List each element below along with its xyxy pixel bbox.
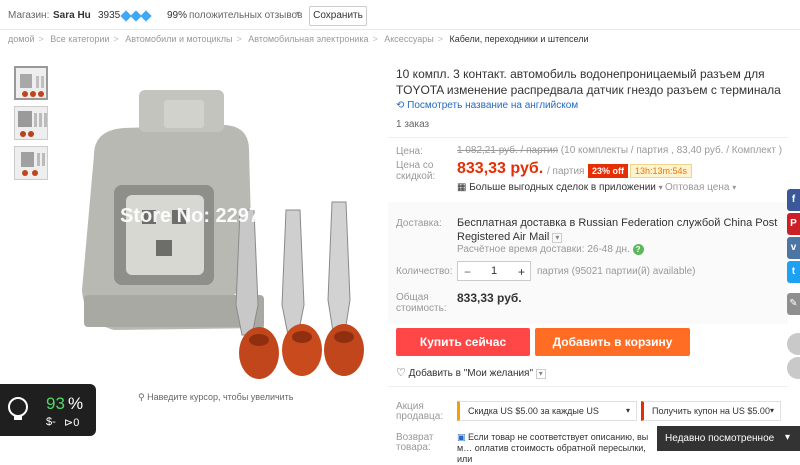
- old-price-detail: (10 комплекты / партия , 83,40 руб. / Ко…: [560, 145, 783, 156]
- discount-price-label-2: скидкой:: [396, 171, 436, 182]
- positive-text: положительных отзывов: [189, 10, 303, 21]
- returns-label-2: товара:: [396, 442, 431, 453]
- wishlist-text[interactable]: Добавить в "Мои желания": [409, 368, 533, 379]
- old-price: 1 082,21 руб. / партия (10 комплекты / п…: [457, 145, 782, 156]
- save-store-button[interactable]: Сохранить: [309, 6, 367, 26]
- chevron-down-icon: ▾: [658, 183, 663, 192]
- store-watermark: Store No: 229762: [120, 205, 282, 227]
- wholesale-text[interactable]: Оптовая цена: [665, 182, 729, 193]
- get-coupon-button[interactable]: Получить купон на US $5.00 ▾: [641, 401, 781, 421]
- discount-price-label-1: Цена со: [396, 160, 434, 171]
- thumbnail-1[interactable]: [14, 66, 48, 100]
- quantity-plus-button[interactable]: +: [518, 265, 525, 279]
- availability: партия (95021 партии(й) available): [537, 266, 696, 277]
- delivery-time: Расчётное время доставки: 26-48 дн. ?: [457, 244, 644, 255]
- facebook-share-icon[interactable]: f: [787, 189, 800, 211]
- scroll-top-icon[interactable]: [787, 357, 800, 379]
- store-score: 3935: [98, 10, 121, 21]
- store-label: Магазин:: [8, 10, 50, 21]
- diamond-icon: [120, 10, 152, 22]
- divider: [388, 386, 788, 387]
- order-count: 1 заказ: [396, 119, 430, 130]
- wishlist-button[interactable]: ♡ Добавить в "Мои желания" ▾: [396, 366, 546, 379]
- delivery-text: Бесплатная доставка в Russian Federation…: [457, 217, 778, 243]
- twitter-share-icon[interactable]: t: [787, 261, 800, 283]
- edit-icon[interactable]: ✎: [787, 293, 800, 315]
- quantity-label: Количество:: [396, 266, 453, 277]
- chevron-down-icon: ▾: [625, 406, 630, 415]
- promo-label-2: продавца:: [396, 411, 444, 422]
- get-coupon-text: Получить купон на US $5.00: [652, 406, 770, 416]
- store-name[interactable]: Sara Hu: [53, 10, 91, 21]
- help-icon[interactable]: ?: [632, 244, 644, 255]
- heart-icon: ♡: [396, 367, 406, 379]
- price-label: Цена:: [396, 146, 423, 157]
- chevron-down-icon: ▾: [732, 183, 737, 192]
- store-bar: Магазин: Sara Hu 3935 99% положительных …: [0, 0, 800, 30]
- percent-value: 93: [46, 394, 65, 413]
- money-value: $-: [46, 416, 56, 428]
- lightbulb-icon: [8, 397, 28, 420]
- shield-icon: ▣: [457, 432, 466, 442]
- total-price: 833,33 руб.: [457, 291, 522, 305]
- pinterest-share-icon[interactable]: P: [787, 213, 800, 235]
- thumbnail-3[interactable]: [14, 146, 48, 180]
- wholesale-price-link[interactable]: Оптовая цена ▾: [665, 182, 736, 193]
- discount-badge: 23% off: [588, 164, 629, 178]
- english-title-text[interactable]: Посмотреть название на английском: [407, 100, 578, 111]
- product-title: 10 компл. 3 контакт. автомобиль водонепр…: [396, 67, 781, 97]
- breadcrumb-accessories[interactable]: Аксессуары: [384, 34, 433, 44]
- chevron-down-icon[interactable]: ▾: [296, 9, 300, 18]
- chevron-down-icon: ▾: [769, 406, 774, 415]
- breadcrumb-cables: Кабели, переходники и штепсели: [449, 34, 589, 44]
- divider: [388, 137, 788, 138]
- battery-widget[interactable]: 93 % $- ⊳0: [0, 384, 96, 436]
- delivery-info[interactable]: Бесплатная доставка в Russian Federation…: [457, 216, 793, 244]
- chevron-down-icon[interactable]: ▾: [535, 369, 546, 379]
- breadcrumb-home[interactable]: домой: [8, 34, 34, 44]
- vk-share-icon[interactable]: v: [787, 237, 800, 259]
- chevron-down-icon: ▾: [785, 432, 791, 443]
- breadcrumb-electronics[interactable]: Автомобильная электроника: [248, 34, 368, 44]
- total-label-2: стоимость:: [396, 303, 447, 314]
- qr-code-icon: ▦: [457, 182, 467, 193]
- breadcrumb-all-categories[interactable]: Все категории: [50, 34, 109, 44]
- delivery-label: Доставка:: [396, 218, 442, 229]
- zoom-hint-text: Наведите курсор, чтобы увеличить: [147, 392, 294, 402]
- translate-icon: ⟲: [396, 100, 405, 111]
- returns-info: ▣ Если товар не соответствует описанию, …: [457, 432, 657, 465]
- breadcrumb-cars[interactable]: Автомобили и мотоциклы: [125, 34, 232, 44]
- app-deals-text[interactable]: Больше выгодных сделок в приложении: [469, 182, 656, 193]
- close-icon[interactable]: [787, 333, 800, 355]
- main-product-image[interactable]: Store No: 229762: [54, 60, 385, 391]
- breadcrumb: домой > Все категории > Автомобили и мотоц…: [8, 34, 589, 44]
- buy-now-button[interactable]: Купить сейчас: [396, 328, 530, 356]
- add-to-cart-button[interactable]: Добавить в корзину: [535, 328, 690, 356]
- english-title-link[interactable]: ⟲ Посмотреть название на английском: [396, 100, 578, 111]
- app-deals-link[interactable]: ▦ Больше выгодных сделок в приложении ▾: [457, 182, 663, 193]
- recently-viewed-toggle[interactable]: ▾: [779, 426, 800, 451]
- quantity-stepper[interactable]: − 1 +: [457, 261, 531, 281]
- seller-discount-coupon[interactable]: Скидка US $5.00 за каждые US ▾: [457, 401, 637, 421]
- search-icon: ⚲: [138, 392, 145, 402]
- returns-text: Если товар не соответствует описанию, вы…: [457, 432, 649, 464]
- zoom-hint: ⚲ Наведите курсор, чтобы увеличить: [138, 392, 294, 403]
- old-price-value: 1 082,21 руб. / партия: [457, 145, 559, 156]
- delivery-time-text: Расчётное время доставки: 26-48 дн.: [457, 244, 630, 255]
- thumbnail-2[interactable]: [14, 106, 48, 140]
- recently-viewed-bar[interactable]: Недавно посмотренное: [657, 426, 779, 451]
- seller-discount-text: Скидка US $5.00 за каждые US: [468, 406, 599, 416]
- countdown-timer: 13h:13m:54s: [630, 164, 693, 178]
- positive-rate: 99%: [167, 10, 188, 21]
- percent-sign: %: [68, 394, 84, 413]
- arrows-value: ⊳0: [64, 417, 80, 429]
- quantity-minus-button[interactable]: −: [464, 265, 471, 279]
- per-lot: / партия: [547, 166, 585, 177]
- current-price: 833,33 руб.: [457, 160, 544, 177]
- quantity-value[interactable]: 1: [491, 265, 497, 277]
- total-label-1: Общая: [396, 292, 429, 303]
- chevron-down-icon[interactable]: ▾: [552, 233, 563, 243]
